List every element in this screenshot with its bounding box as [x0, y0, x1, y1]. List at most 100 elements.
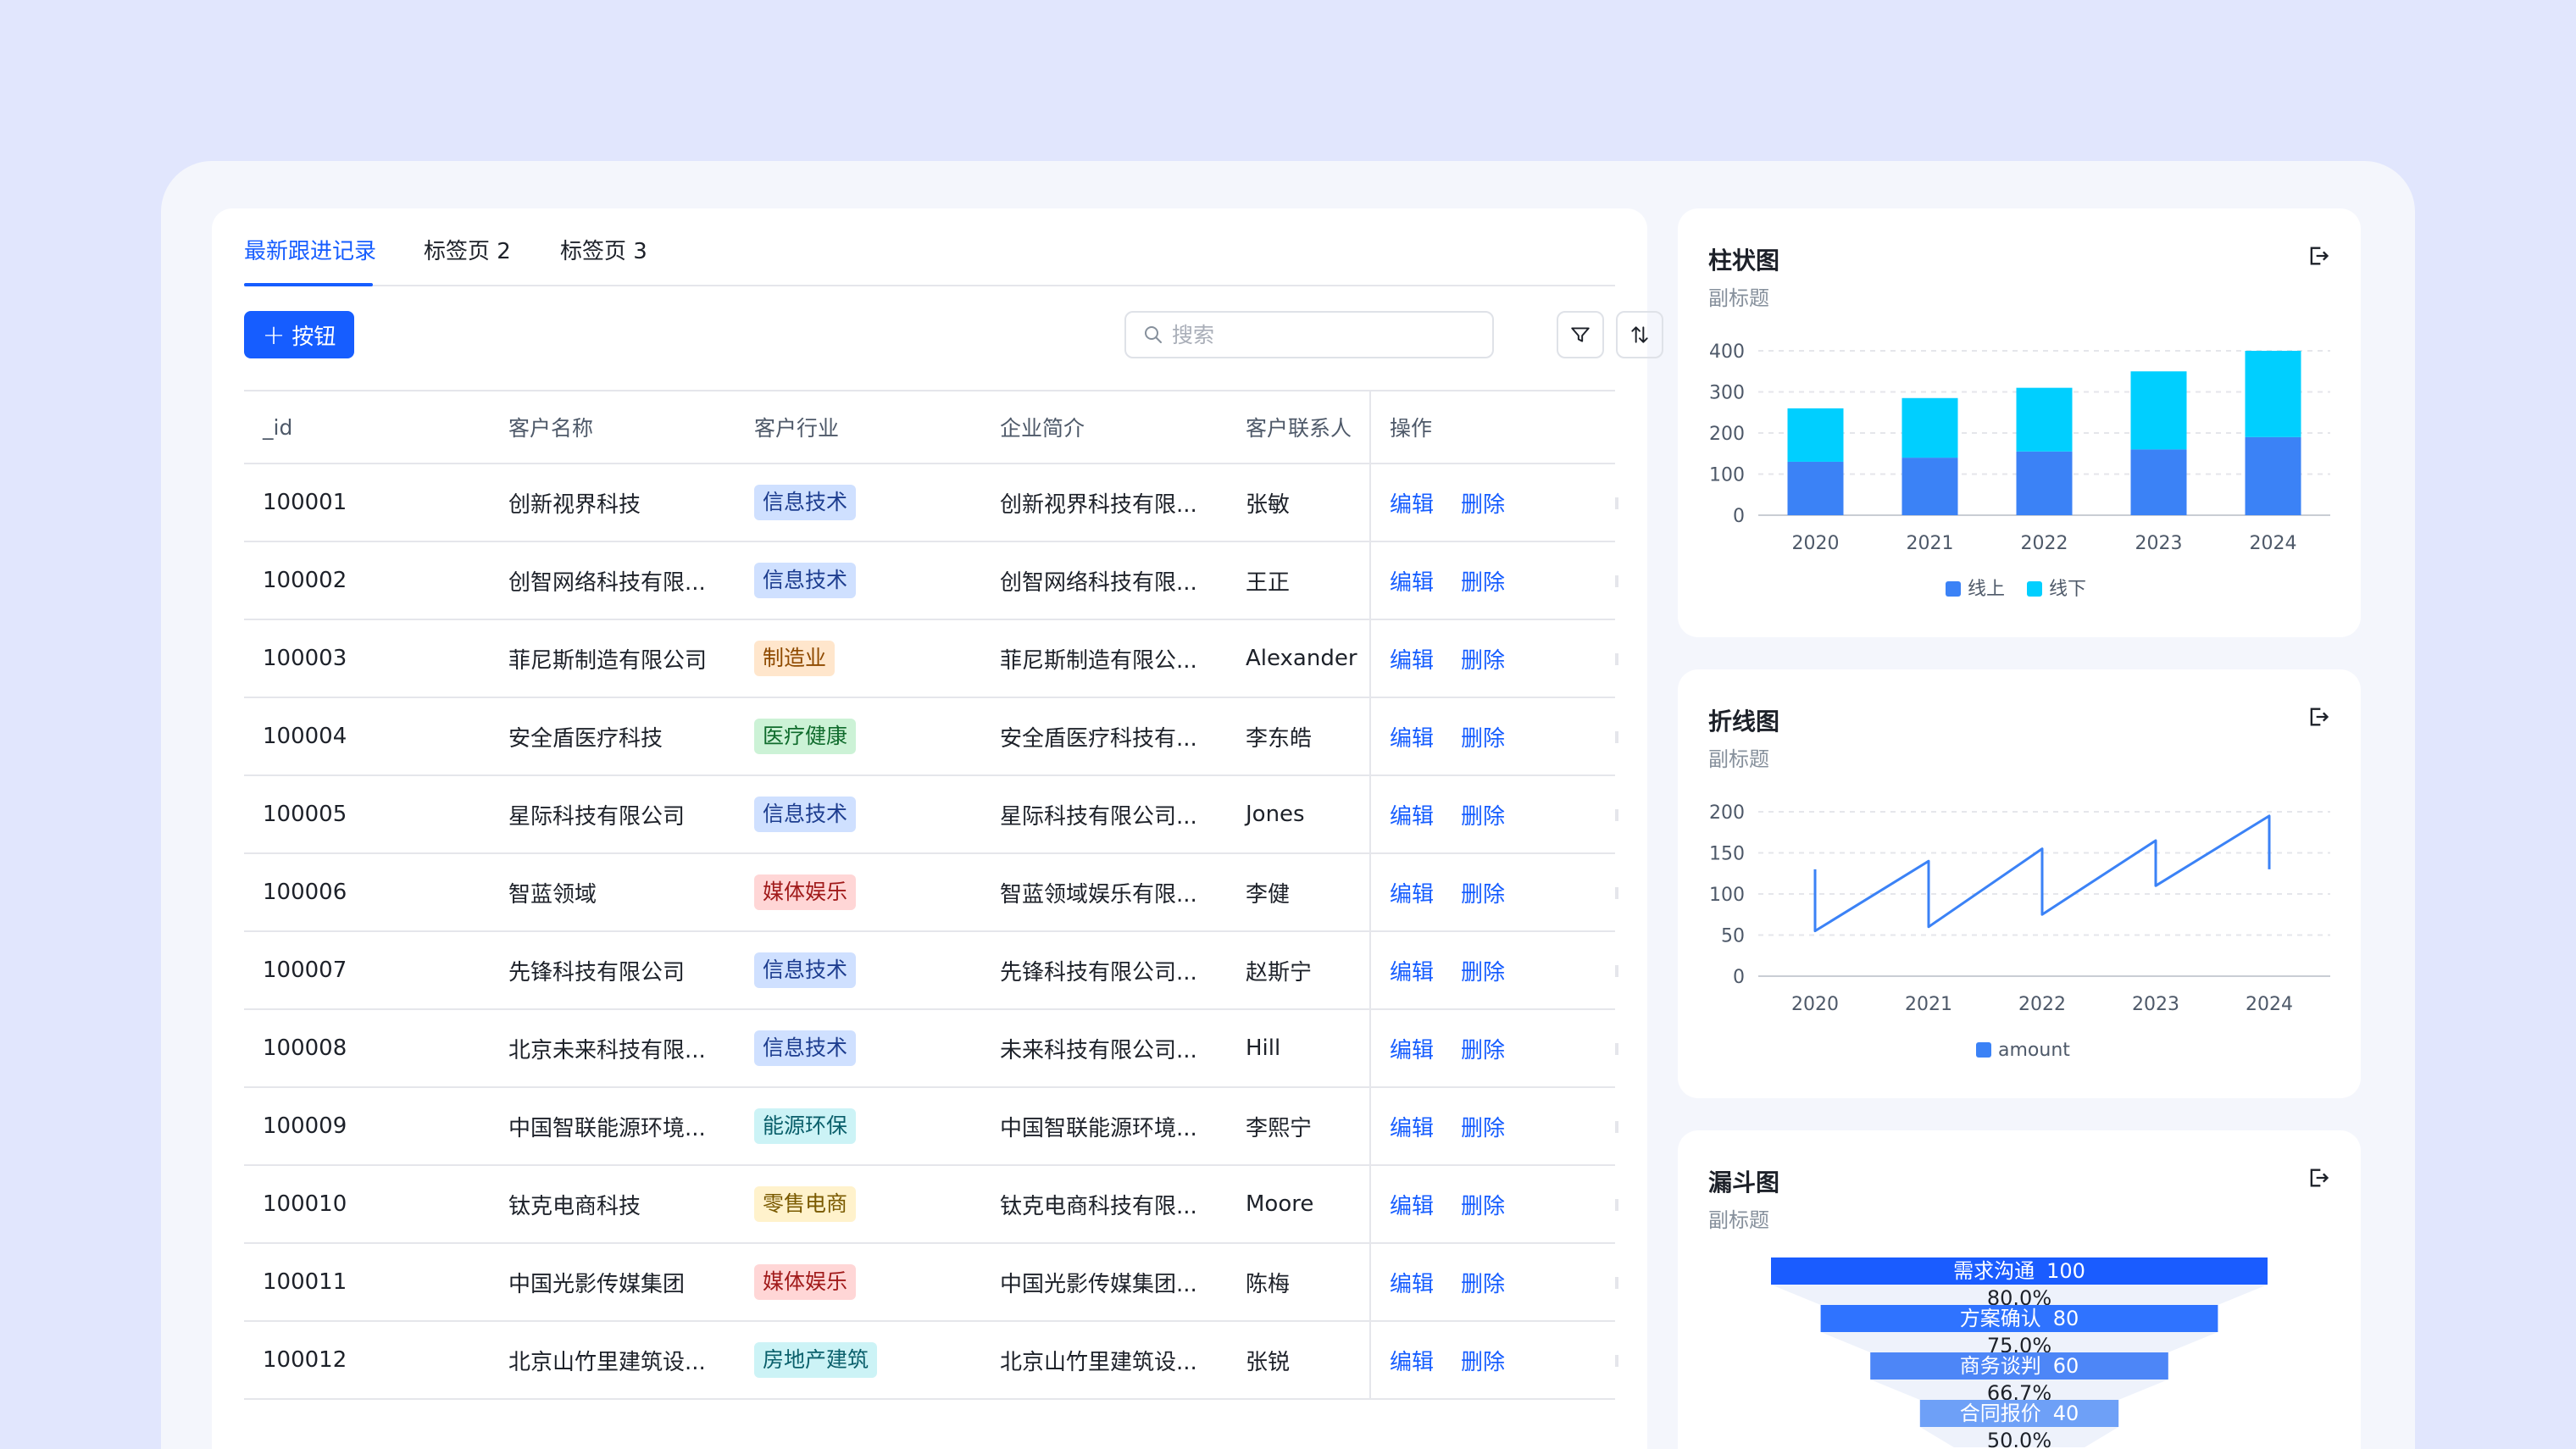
table-row: 100003 菲尼斯制造有限公司 制造业 菲尼斯制造有限公... Alexander 编辑… [244, 620, 1618, 698]
cell-intro: 星际科技有限公司... [1000, 803, 1197, 830]
funnel-stage-name: 商务谈判 [1960, 1354, 2041, 1378]
funnel-stage-value: 60 [2053, 1354, 2079, 1378]
filter-button[interactable] [1557, 311, 1604, 358]
funnel-chart-card: 漏斗图 副标题 需求沟通 100 80.0% 方案确认 80 75.0% 商务谈判 60 66.… [1678, 1130, 2361, 1449]
cell-actions: 编辑 删除 [1390, 620, 1505, 697]
edit-link[interactable]: 编辑 [1390, 721, 1434, 752]
column-divider [1369, 620, 1371, 697]
delete-link[interactable]: 删除 [1461, 565, 1505, 597]
customer-table: _id 客户名称 客户行业 企业简介 客户联系人 操作 100001 创新视界科技… [244, 390, 1618, 1400]
cell-contact: 李熙宁 [1246, 1115, 1313, 1141]
cell-intro: 先锋科技有限公司... [1000, 959, 1197, 985]
delete-link[interactable]: 删除 [1461, 1111, 1505, 1142]
legend-label-amount: amount [1998, 1040, 2070, 1061]
edit-link[interactable]: 编辑 [1390, 1345, 1434, 1376]
edit-link[interactable]: 编辑 [1390, 955, 1434, 986]
industry-tag: 能源环保 [754, 1108, 857, 1144]
x-tick-label: 2024 [2250, 533, 2297, 554]
cell-industry: 制造业 [754, 620, 836, 697]
funnel-stage-name: 方案确认 [1960, 1307, 2041, 1330]
tab-2[interactable]: 标签页 2 [424, 234, 511, 265]
edit-link[interactable]: 编辑 [1390, 565, 1434, 597]
delete-link[interactable]: 删除 [1461, 1033, 1505, 1064]
cell-industry: 媒体娱乐 [754, 854, 857, 930]
delete-link[interactable]: 删除 [1461, 1345, 1505, 1376]
x-tick-label: 2024 [2246, 994, 2293, 1015]
delete-link[interactable]: 删除 [1461, 955, 1505, 986]
delete-link[interactable]: 删除 [1461, 487, 1505, 519]
edit-link[interactable]: 编辑 [1390, 643, 1434, 675]
edit-link[interactable]: 编辑 [1390, 1189, 1434, 1220]
edit-link[interactable]: 编辑 [1390, 1267, 1434, 1298]
tab-bar: 最新跟进记录 标签页 2 标签页 3 [244, 208, 1615, 286]
cell-id: 100008 [263, 1035, 347, 1061]
y-tick-label: 200 [1709, 424, 1745, 445]
search-box[interactable] [1124, 311, 1494, 358]
cell-intro: 安全盾医疗科技有... [1000, 725, 1197, 752]
cell-industry: 信息技术 [754, 932, 857, 1008]
industry-tag: 医疗健康 [754, 719, 857, 754]
funnel-stage-value: 100 [2046, 1259, 2085, 1283]
x-tick-label: 2022 [2021, 533, 2068, 554]
edit-link[interactable]: 编辑 [1390, 877, 1434, 908]
cell-id: 100004 [263, 724, 347, 749]
bar-chart-card: 柱状图 副标题 0 100 200 300 400 2020 2021 2022 2023 202… [1678, 208, 2361, 637]
cell-customer-name: 菲尼斯制造有限公司 [508, 647, 708, 674]
edit-link[interactable]: 编辑 [1390, 1111, 1434, 1142]
table-row: 100009 中国智联能源环境... 能源环保 中国智联能源环境... 李熙宁 编辑 删除 [244, 1088, 1618, 1166]
search-icon [1145, 326, 1162, 343]
delete-link[interactable]: 删除 [1461, 643, 1505, 675]
delete-link[interactable]: 删除 [1461, 799, 1505, 830]
edit-link[interactable]: 编辑 [1390, 799, 1434, 830]
y-tick-label: 100 [1709, 885, 1745, 906]
scroll-edge-marker [1615, 1121, 1618, 1133]
table-row: 100010 钛克电商科技 零售电商 钛克电商科技有限... Moore 编辑 删除 [244, 1166, 1618, 1244]
funnel-stage-label: 合同报价 40 [1960, 1402, 2079, 1425]
bar-online [1787, 461, 1844, 515]
industry-tag: 信息技术 [754, 485, 857, 520]
x-tick-label: 2021 [1907, 533, 1954, 554]
tab-3[interactable]: 标签页 3 [560, 234, 647, 265]
tab-latest-records[interactable]: 最新跟进记录 [244, 234, 376, 265]
industry-tag: 信息技术 [754, 1030, 857, 1066]
y-tick-label: 300 [1709, 383, 1745, 404]
plus-icon: + [262, 319, 286, 351]
cell-intro: 智蓝领域娱乐有限... [1000, 881, 1197, 908]
table-header: _id 客户名称 客户行业 企业简介 客户联系人 操作 [244, 390, 1615, 464]
y-tick-label: 50 [1721, 926, 1745, 947]
funnel-stage-name: 需求沟通 [1953, 1259, 2035, 1283]
delete-link[interactable]: 删除 [1461, 1267, 1505, 1298]
delete-link[interactable]: 删除 [1461, 1189, 1505, 1220]
legend-swatch-amount [1976, 1042, 1991, 1058]
delete-link[interactable]: 删除 [1461, 721, 1505, 752]
y-tick-label: 0 [1733, 506, 1745, 527]
bar-online [2245, 436, 2301, 515]
scroll-edge-marker [1615, 731, 1618, 743]
cell-customer-name: 先锋科技有限公司 [508, 959, 686, 985]
cell-contact: 王正 [1246, 569, 1291, 596]
column-divider [1369, 391, 1371, 463]
search-input[interactable] [1172, 322, 1477, 347]
column-divider [1369, 1322, 1371, 1398]
active-tab-indicator [244, 283, 373, 286]
delete-link[interactable]: 删除 [1461, 877, 1505, 908]
add-button[interactable]: + 按钮 [244, 311, 354, 358]
funnel-stage-value: 40 [2053, 1402, 2079, 1425]
table-row: 100008 北京未来科技有限... 信息技术 未来科技有限公司... Hill 编辑 删除 [244, 1010, 1618, 1088]
industry-tag: 制造业 [754, 641, 836, 676]
cell-actions: 编辑 删除 [1390, 1166, 1505, 1242]
bar-offline [2245, 351, 2301, 437]
cell-intro: 北京山竹里建筑设... [1000, 1349, 1197, 1375]
bar-chart: 0 100 200 300 400 2020 2021 2022 2023 2024 线上 线下 [1709, 341, 2330, 600]
cell-contact: Moore [1246, 1191, 1314, 1217]
y-tick-label: 200 [1709, 802, 1745, 824]
edit-link[interactable]: 编辑 [1390, 487, 1434, 519]
cell-actions: 编辑 删除 [1390, 698, 1505, 774]
edit-link[interactable]: 编辑 [1390, 1033, 1434, 1064]
scroll-edge-marker [1615, 887, 1618, 899]
cell-contact: 张敏 [1246, 491, 1291, 518]
sort-button[interactable] [1616, 311, 1663, 358]
add-button-label: 按钮 [291, 324, 336, 350]
cell-industry: 媒体娱乐 [754, 1244, 857, 1320]
scroll-edge-marker [1615, 1355, 1618, 1367]
